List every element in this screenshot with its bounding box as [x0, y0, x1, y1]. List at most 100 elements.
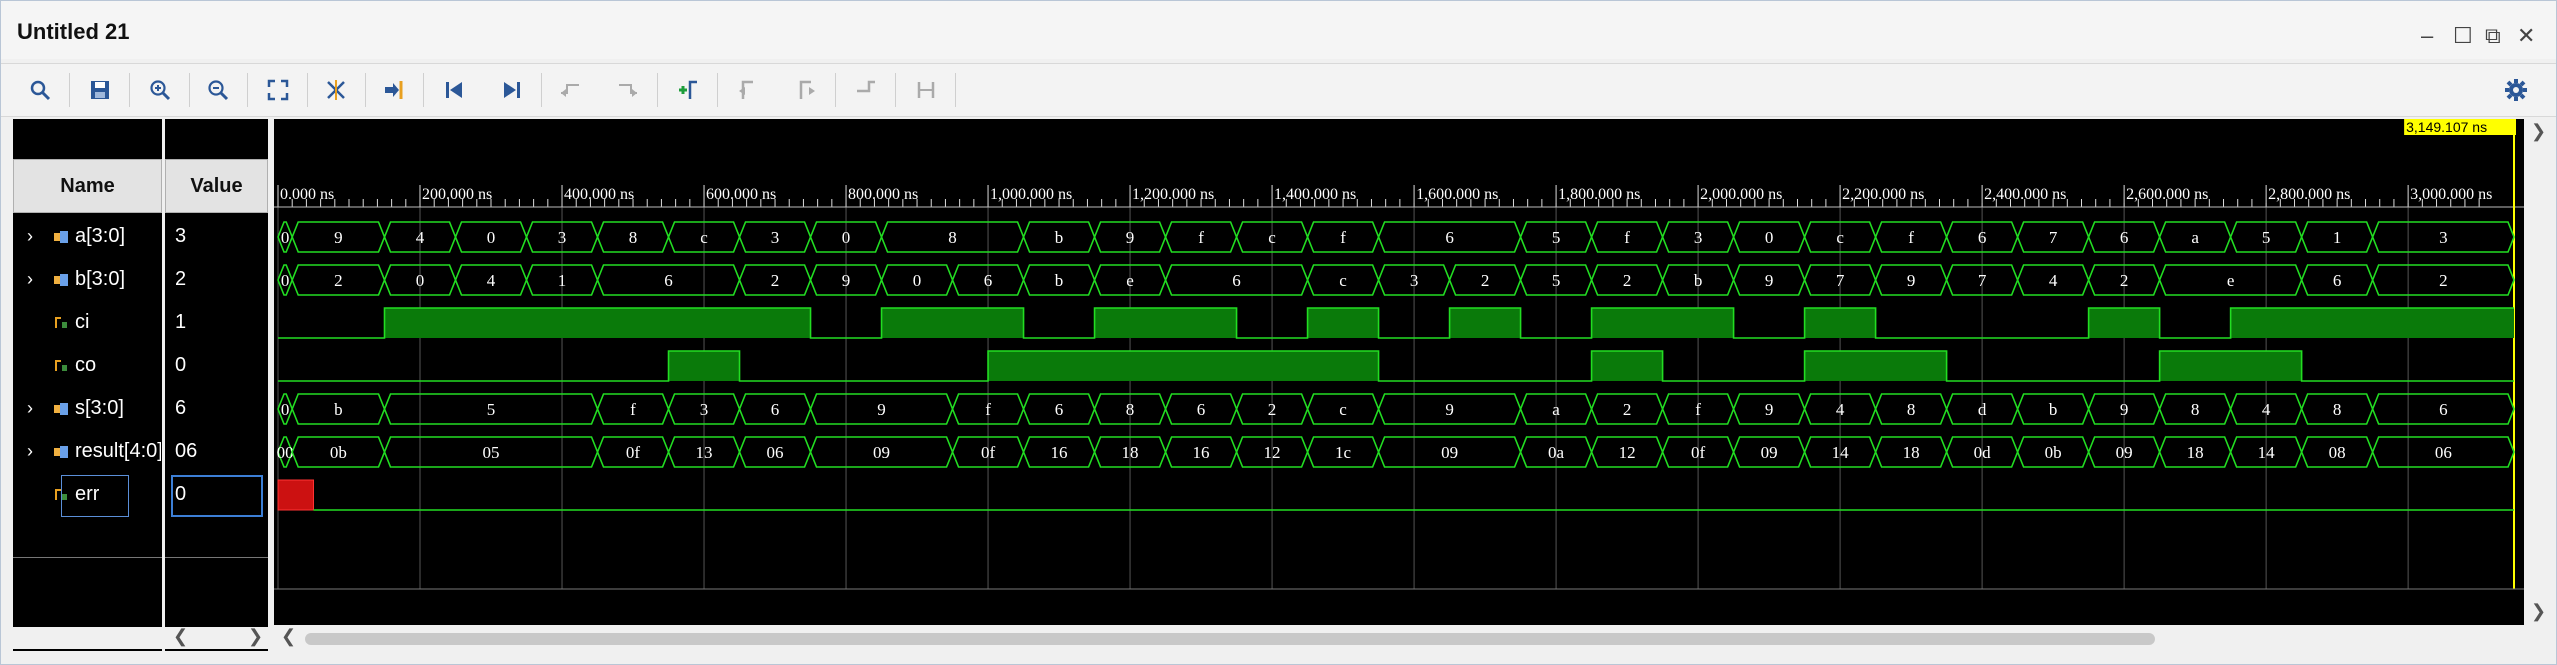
next-marker-icon[interactable]	[787, 71, 825, 109]
prev-transition-icon[interactable]	[551, 71, 589, 109]
waveform-svg[interactable]: 0.000 ns 200.000 ns 400.000 ns 600.000 ns 80…	[274, 119, 2524, 625]
expand-chevron-icon[interactable]: ›	[27, 226, 33, 247]
zoom-in-icon[interactable]	[141, 71, 179, 109]
bus-value-label: 0	[842, 228, 851, 247]
bus-value-label: 8	[948, 228, 957, 247]
bus-value-label: b	[1694, 271, 1703, 290]
bus-value-label: c	[1339, 271, 1347, 290]
bus-value-label: b	[334, 400, 343, 419]
high-fill	[881, 308, 1024, 338]
add-marker-icon[interactable]	[669, 71, 707, 109]
panel-separator	[13, 557, 162, 558]
bus-value-label: 0f	[981, 443, 996, 462]
close-icon[interactable]: ✕	[2517, 23, 2535, 49]
name-column-header[interactable]: Name	[13, 159, 162, 213]
bus-value-label: 5	[487, 400, 496, 419]
scroll-down-icon[interactable]: ❯	[2531, 601, 2546, 622]
bus-value-label: 09	[1441, 443, 1458, 462]
bus-value-label: 0f	[1691, 443, 1706, 462]
float-icon[interactable]: ⧉	[2485, 23, 2501, 49]
window-title: Untitled 21	[17, 19, 130, 44]
bus-value-label: 2	[1481, 271, 1490, 290]
bus-value-label: 0	[913, 271, 922, 290]
zoom-out-icon[interactable]	[199, 71, 237, 109]
vertical-scrollbar[interactable]: ❯ ❯	[2525, 119, 2554, 651]
signal-name-a30[interactable]: a[3:0]	[75, 225, 125, 248]
signal-name-result40[interactable]: result[4:0]	[75, 440, 161, 463]
ruler-tick-label: 1,200.000 ns	[1132, 186, 1214, 203]
fix-cursor-icon[interactable]	[907, 71, 945, 109]
bus-value-label: 3	[700, 400, 709, 419]
restore-icon[interactable]: ☐	[2453, 23, 2473, 49]
signal-value-co: 0	[175, 354, 187, 376]
bus-value-label: f	[1695, 400, 1701, 419]
bus-value-label: 2	[1268, 400, 1277, 419]
bus-value-label: b	[2049, 400, 2058, 419]
bus-value-label: 6	[1978, 228, 1987, 247]
horizontal-scrollbar[interactable]: ❮ ❯ ❮	[13, 626, 2523, 649]
minimize-icon[interactable]: ‒	[2421, 23, 2433, 49]
settings-icon[interactable]	[2497, 71, 2535, 109]
bus-value-label: 2	[1623, 271, 1632, 290]
bus-value-label: 12	[1264, 443, 1281, 462]
bus-value-label: 09	[873, 443, 890, 462]
signal-name-b30[interactable]: b[3:0]	[75, 268, 125, 291]
signal-name-co[interactable]: co	[75, 354, 96, 377]
high-fill	[1307, 308, 1379, 338]
bus-value-label: 5	[2262, 228, 2271, 247]
save-icon[interactable]	[81, 71, 119, 109]
scroll-right-icon[interactable]: ❯	[248, 626, 263, 647]
bus-value-label: 6	[2439, 400, 2448, 419]
bus-value-label: 9	[1907, 271, 1916, 290]
goto-cursor-icon[interactable]	[375, 71, 413, 109]
bus-value-label: 2	[771, 271, 780, 290]
high-fill	[1094, 308, 1237, 338]
err-value-selection[interactable]	[171, 475, 263, 517]
bus-value-label: 4	[487, 271, 496, 290]
high-fill	[2159, 351, 2302, 381]
expand-chevron-icon[interactable]: ›	[27, 269, 33, 290]
prev-marker-icon[interactable]	[729, 71, 767, 109]
ruler-tick-label: 800.000 ns	[848, 186, 918, 203]
goto-start-icon[interactable]	[435, 71, 473, 109]
bus-value-label: 6	[1197, 400, 1206, 419]
wave-scroll-left-icon[interactable]: ❮	[281, 626, 296, 647]
signal-name-ci[interactable]: ci	[75, 311, 89, 334]
cursor-snap-icon[interactable]	[317, 71, 355, 109]
signal-name-s30[interactable]: s[3:0]	[75, 397, 124, 420]
bus-value-label: 4	[2049, 271, 2058, 290]
expand-chevron-icon[interactable]: ›	[27, 441, 33, 462]
search-icon[interactable]	[21, 71, 59, 109]
bus-value-label: 3	[558, 228, 567, 247]
waveform-window: Untitled 21 ‒ ☐ ⧉ ✕ Name › a[3:0] › b[3:…	[0, 0, 2557, 665]
value-column-header[interactable]: Value	[165, 159, 268, 213]
bus-value-label: 6	[1232, 271, 1241, 290]
waveform-canvas[interactable]: 0.000 ns 200.000 ns 400.000 ns 600.000 ns 80…	[274, 119, 2524, 625]
swap-cursors-icon[interactable]	[847, 71, 885, 109]
next-transition-icon[interactable]	[609, 71, 647, 109]
bus-value-label: 4	[416, 228, 425, 247]
goto-end-icon[interactable]	[493, 71, 531, 109]
signal-value-result40: 06	[175, 440, 198, 462]
ruler-tick-label: 0.000 ns	[280, 186, 334, 203]
bus-signal-icon	[53, 273, 69, 287]
bus-signal-icon	[53, 445, 69, 459]
high-fill	[1804, 351, 1947, 381]
bus-value-label: 0d	[1974, 443, 1992, 462]
scroll-up-icon[interactable]: ❯	[2531, 121, 2546, 142]
bus-value-label: 6	[1445, 228, 1454, 247]
ruler-tick-label: 2,400.000 ns	[1984, 186, 2066, 203]
expand-chevron-icon[interactable]: ›	[27, 398, 33, 419]
zoom-fit-icon[interactable]	[259, 71, 297, 109]
bus-value-label: 12	[1619, 443, 1636, 462]
ruler-tick-label: 1,000.000 ns	[990, 186, 1072, 203]
bus-signal-icon	[53, 402, 69, 416]
bus-value-label: 14	[2258, 443, 2276, 462]
horizontal-scroll-thumb[interactable]	[305, 633, 2155, 645]
bus-value-label: 1	[558, 271, 567, 290]
err-name-selection[interactable]	[61, 475, 129, 517]
scroll-left-icon[interactable]: ❮	[173, 626, 188, 647]
bus-value-label: 3	[1694, 228, 1703, 247]
bus-value-label: 2	[2120, 271, 2129, 290]
bus-value-label: 06	[2435, 443, 2452, 462]
